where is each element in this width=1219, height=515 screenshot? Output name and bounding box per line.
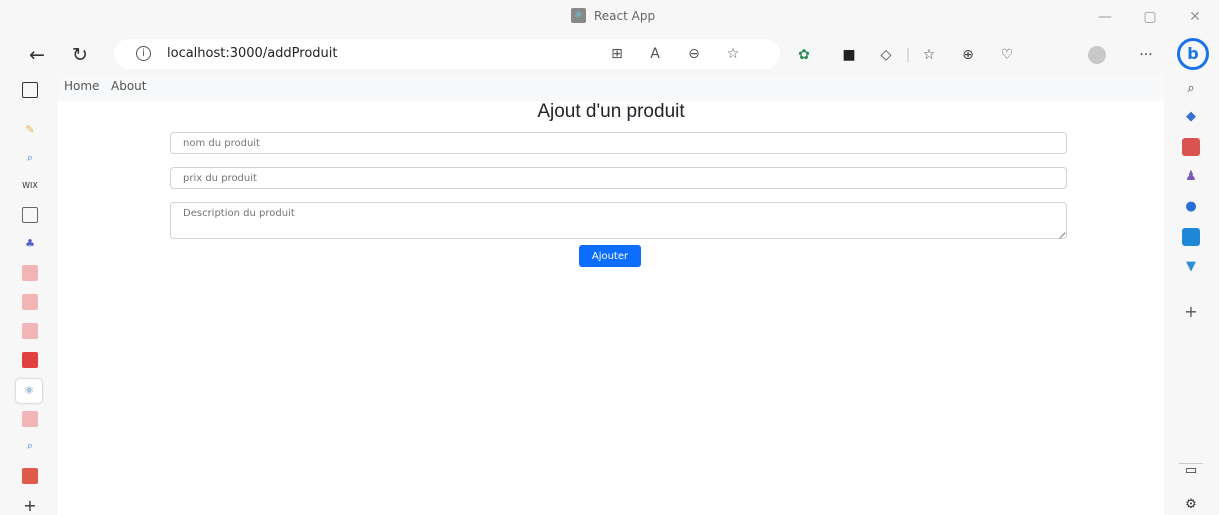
nav-link-home[interactable]: Home [64, 79, 99, 93]
bing-copilot-icon[interactable]: b [1177, 38, 1209, 70]
favorite-star-icon[interactable]: ☆ [723, 45, 743, 63]
read-aloud-icon[interactable]: A [645, 45, 665, 63]
tab-actions-icon[interactable] [22, 82, 38, 98]
new-tab-plus-icon[interactable]: + [22, 498, 38, 514]
page-viewport: Home About Ajout d'un produit Ajouter [58, 74, 1164, 515]
info-icon[interactable]: i [136, 46, 151, 61]
collections-icon[interactable]: ⊕ [958, 45, 978, 65]
close-button[interactable]: ✕ [1178, 6, 1212, 28]
react-logo-icon: ⚛ [571, 8, 586, 23]
browser-window: ⚛ React App — ▢ ✕ ← ↻ i localhost:3000/a… [0, 0, 1219, 515]
refresh-button[interactable]: ↻ [67, 42, 93, 68]
tab-pdf-icon[interactable] [22, 411, 38, 427]
tab-teams-icon[interactable]: ♣ [22, 236, 38, 252]
app-navbar: Home About [58, 74, 1164, 101]
edge-sidebar: ⌕ ◆ ♟ ● ▼ + ▭ ⚙ [1164, 74, 1219, 515]
nav-link-about[interactable]: About [111, 79, 146, 93]
tab-pencil-icon[interactable]: ✎ [22, 122, 38, 138]
tab-wix-icon[interactable]: WIX [22, 178, 38, 194]
maximize-button[interactable]: ▢ [1133, 6, 1167, 28]
add-sidebar-app-icon[interactable]: + [1182, 303, 1200, 321]
browser-toolbar: ← ↻ i localhost:3000/addProduit ⊞ A ⊖ ☆ … [0, 34, 1219, 74]
more-options-icon[interactable]: ··· [1136, 45, 1156, 65]
tab-search-icon[interactable]: ⌕ [22, 438, 38, 454]
tab-react-active-icon[interactable]: ⚛ [16, 379, 42, 403]
minimize-button[interactable]: — [1088, 6, 1122, 28]
favorites-icon[interactable]: ☆ [919, 45, 939, 65]
title-bar: ⚛ React App — ▢ ✕ [0, 0, 1219, 34]
drop-icon[interactable]: ▼ [1182, 258, 1200, 276]
games-icon[interactable]: ♟ [1182, 168, 1200, 186]
shopping-tag-icon[interactable]: ◆ [1182, 108, 1200, 126]
search-icon[interactable]: ⌕ [1182, 80, 1200, 98]
performance-icon[interactable]: ♡ [997, 45, 1017, 65]
toolbar-divider: | [905, 47, 911, 63]
page-title: Ajout d'un produit [537, 101, 685, 122]
microsoft-365-icon[interactable]: ● [1182, 198, 1200, 216]
tab-search-icon[interactable]: ⌕ [22, 150, 38, 166]
window-title-text: React App [594, 8, 656, 23]
back-button[interactable]: ← [24, 42, 50, 68]
add-product-button[interactable]: Ajouter [579, 245, 641, 267]
product-price-input[interactable] [170, 167, 1067, 189]
window-title: ⚛ React App [571, 8, 655, 23]
extension-evernote-icon[interactable]: ✿ [794, 45, 814, 65]
zoom-icon[interactable]: ⊖ [684, 45, 704, 63]
product-name-input[interactable] [170, 132, 1067, 154]
tab-pdf-icon[interactable] [22, 352, 38, 368]
url-text[interactable]: localhost:3000/addProduit [167, 46, 338, 61]
tools-briefcase-icon[interactable] [1182, 138, 1200, 156]
app-available-icon[interactable]: ⊞ [607, 45, 627, 63]
address-bar[interactable]: i localhost:3000/addProduit ⊞ A ⊖ ☆ [114, 39, 780, 69]
profile-avatar[interactable] [1088, 46, 1106, 64]
extension-wallet-icon[interactable]: ■ [839, 45, 859, 65]
tab-office-icon[interactable] [22, 468, 38, 484]
vertical-tabs-sidebar: ✎ ⌕ WIX ♣ ⚛ ⌕ + [0, 74, 58, 515]
product-description-textarea[interactable] [170, 202, 1067, 239]
extensions-puzzle-icon[interactable]: ◇ [876, 45, 896, 65]
tab-pdf-icon[interactable] [22, 294, 38, 310]
tab-pdf-icon[interactable] [22, 323, 38, 339]
hide-sidebar-icon[interactable]: ▭ [1182, 462, 1200, 480]
tab-page-icon[interactable] [22, 207, 38, 223]
outlook-icon[interactable] [1182, 228, 1200, 246]
settings-gear-icon[interactable]: ⚙ [1182, 496, 1200, 514]
tab-pdf-icon[interactable] [22, 265, 38, 281]
